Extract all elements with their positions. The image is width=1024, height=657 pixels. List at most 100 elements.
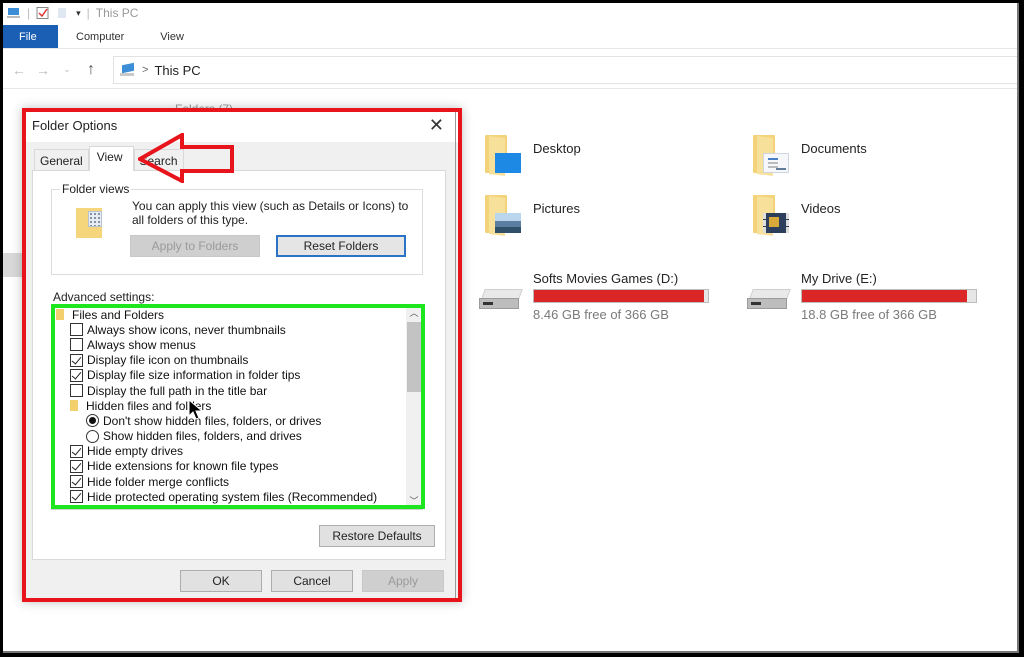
folder-options-dialog: Folder Options ✕ General View Search Fol… [22,108,462,602]
drive-usage-bar [533,289,709,303]
folder-views-icon [76,208,102,238]
chevron-down-icon[interactable]: ⌄ [55,64,79,75]
ribbon-tab-file[interactable]: File [3,25,58,48]
advanced-settings-scrollbar[interactable]: ︿ ﹀ [406,305,422,509]
desktop-folder-icon [483,131,523,176]
settings-radio-option[interactable]: Don't show hidden files, folders, or dri… [52,413,406,428]
drive-name: My Drive (E:) [801,271,877,286]
setting-label: Hide folder merge conflicts [87,474,230,489]
up-arrow-icon[interactable]: ↑ [79,61,103,79]
setting-label: Display the full path in the title bar [87,383,268,398]
advanced-settings-label: Advanced settings: [53,290,155,304]
ribbon-tab-view[interactable]: View [142,25,202,48]
setting-label: Show hidden files, folders, and drives [103,429,302,444]
mouse-cursor-icon [188,399,204,420]
setting-label: Files and Folders [72,307,165,322]
pictures-folder-icon [483,191,523,236]
dialog-title-bar: Folder Options ✕ [22,108,462,142]
advanced-settings-list[interactable]: Files and Folders Always show icons, neve… [51,304,423,510]
folder-videos[interactable]: Videos [751,191,841,236]
checkbox[interactable] [70,490,83,504]
drive-usage-fill [802,290,968,302]
settings-checkbox-option[interactable]: Display file size information in folder … [52,368,406,383]
folder-desktop[interactable]: Desktop [483,131,581,176]
settings-checkbox-option[interactable]: Hide extensions for known file types [52,459,406,474]
drive-name: Softs Movies Games (D:) [533,271,679,286]
checkbox[interactable] [70,459,83,473]
scroll-down-icon[interactable]: ﹀ [406,493,422,509]
setting-label: Display file size information in folder … [87,368,301,383]
apply-to-folders-button[interactable]: Apply to Folders [130,235,260,257]
annotation-arrow-icon [138,133,234,183]
folder-label: Documents [801,141,867,156]
forward-arrow-icon[interactable]: → [31,62,55,78]
folder-icon [70,400,78,412]
checkbox[interactable] [70,384,83,398]
dialog-title: Folder Options [32,117,118,133]
setting-label: Hide extensions for known file types [87,459,279,474]
properties-checkbox-icon[interactable] [36,7,50,19]
tab-general[interactable]: General [34,149,89,171]
customize-dropdown-icon[interactable]: ▾ [76,8,81,19]
window-title: This PC [95,6,139,20]
settings-group: Hidden files and folders [52,398,406,413]
checkbox[interactable] [70,353,83,367]
view-tab-panel: Folder views You can apply this view (su… [32,170,446,560]
advanced-settings-items: Files and Folders Always show icons, neve… [52,307,406,504]
breadcrumb-this-pc[interactable]: This PC [154,63,200,78]
this-pc-icon [120,64,136,76]
reset-folders-button[interactable]: Reset Folders [276,235,406,257]
folder-views-legend: Folder views [60,182,132,196]
drive-d[interactable]: Softs Movies Games (D:) 8.46 GB free of … [479,271,709,322]
settings-checkbox-option[interactable]: Display file icon on thumbnails [52,353,406,368]
restore-defaults-button[interactable]: Restore Defaults [319,525,435,547]
radio-button[interactable] [86,414,99,428]
new-folder-icon[interactable] [56,7,70,19]
setting-label: Don't show hidden files, folders, or dri… [103,413,322,428]
checkbox[interactable] [70,368,83,382]
settings-group: Files and Folders [52,307,406,322]
folder-icon [56,309,64,321]
drive-usage-bar [801,289,977,303]
setting-label: Always show menus [87,337,196,352]
checkbox[interactable] [70,338,83,352]
setting-label: Always show icons, never thumbnails [87,322,286,337]
ok-button[interactable]: OK [180,570,262,592]
folder-label: Pictures [533,201,580,216]
folder-pictures[interactable]: Pictures [483,191,580,236]
close-icon[interactable]: ✕ [429,115,444,136]
folder-label: Desktop [533,141,581,156]
drive-free-space: 18.8 GB free of 366 GB [801,307,937,322]
ribbon-tab-computer[interactable]: Computer [58,25,142,48]
back-arrow-icon[interactable]: ← [7,62,31,78]
checkbox[interactable] [70,475,83,489]
scroll-up-icon[interactable]: ︿ [406,305,422,321]
folder-label: Videos [801,201,841,216]
drive-free-space: 8.46 GB free of 366 GB [533,307,669,322]
computer-icon [7,7,21,19]
breadcrumb-separator: > [142,64,149,76]
settings-checkbox-option[interactable]: Display the full path in the title bar [52,383,406,398]
scrollbar-thumb[interactable] [407,322,421,392]
address-bar[interactable]: > This PC [113,56,1017,84]
hard-drive-icon [747,289,791,311]
apply-button[interactable]: Apply [362,570,444,592]
settings-checkbox-option[interactable]: Hide protected operating system files (R… [52,489,406,504]
tab-view[interactable]: View [88,146,134,171]
drive-e[interactable]: My Drive (E:) 18.8 GB free of 366 GB [747,271,977,322]
navigation-bar: ← → ⌄ ↑ > This PC [3,51,1017,89]
settings-radio-option[interactable]: Show hidden files, folders, and drives [52,429,406,444]
cancel-button[interactable]: Cancel [271,570,353,592]
radio-button[interactable] [86,429,99,443]
settings-checkbox-option[interactable]: Hide empty drives [52,444,406,459]
settings-checkbox-option[interactable]: Always show icons, never thumbnails [52,322,406,337]
folder-views-group: Folder views You can apply this view (su… [51,182,423,275]
checkbox[interactable] [70,323,83,337]
settings-checkbox-option[interactable]: Always show menus [52,337,406,352]
documents-folder-icon [751,131,791,176]
checkbox[interactable] [70,444,83,458]
ribbon-tabs: File Computer View [3,25,1017,49]
settings-checkbox-option[interactable]: Hide folder merge conflicts [52,474,406,489]
title-bar: | ▾ | This PC [3,3,1017,23]
folder-documents[interactable]: Documents [751,131,867,176]
